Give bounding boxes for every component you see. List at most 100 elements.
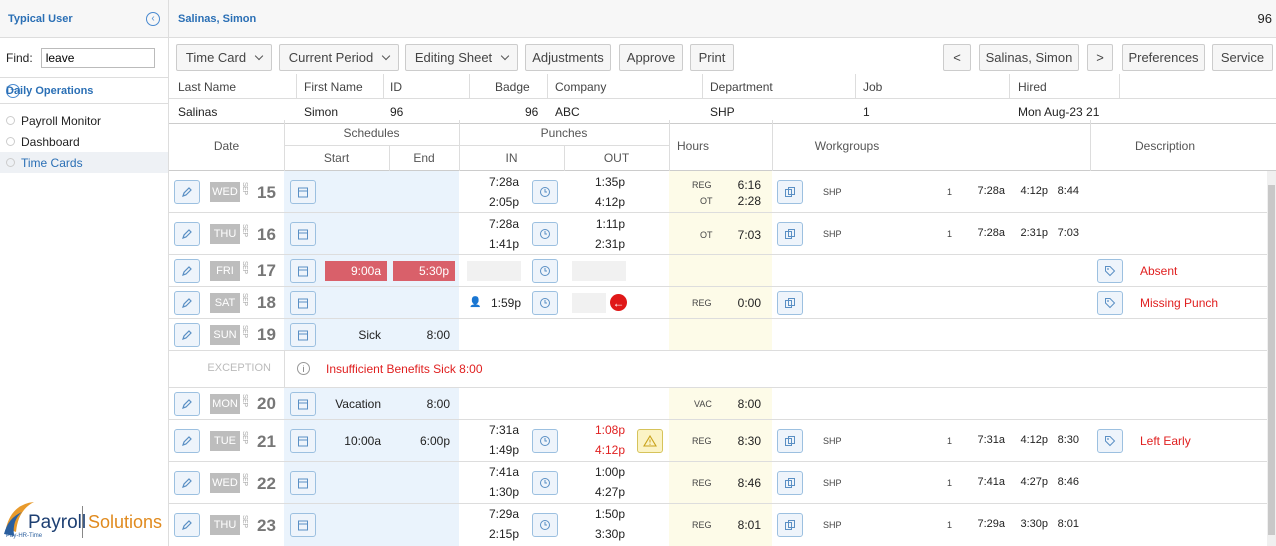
tag-icon[interactable] (1097, 429, 1123, 453)
daily-operations-section[interactable]: Daily Operations − (0, 78, 168, 104)
empty-punch-in[interactable] (467, 261, 521, 281)
day-row: WED SEP 15 7:28a 2:05p 1:35p 4:12p REG 6… (169, 171, 1269, 213)
clock-icon[interactable] (532, 291, 558, 315)
punch-out-1[interactable]: 1:11p (585, 217, 625, 231)
empty-punch-out[interactable] (572, 261, 626, 281)
schedule-calendar-icon[interactable] (290, 259, 316, 283)
hours-value-1: 0:00 (737, 296, 761, 310)
service-button[interactable]: Service (1212, 44, 1273, 71)
punch-out-2[interactable]: 3:30p (585, 527, 625, 541)
editing-sheet-dropdown[interactable]: Editing Sheet (405, 44, 518, 71)
company-value: ABC (555, 105, 580, 119)
clock-icon[interactable] (532, 471, 558, 495)
punch-in-2[interactable]: 1:49p (479, 443, 519, 457)
logo-text-payroll: Payroll (28, 512, 87, 533)
time-card-dropdown[interactable]: Time Card (176, 44, 272, 71)
edit-pencil-icon[interactable] (174, 323, 200, 347)
clock-icon[interactable] (532, 180, 558, 204)
punch-in-1[interactable]: 7:29a (479, 507, 519, 521)
exception-label: EXCEPTION (207, 362, 271, 374)
edit-pencil-icon[interactable] (174, 222, 200, 246)
edit-pencil-icon[interactable] (174, 471, 200, 495)
approve-button[interactable]: Approve (619, 44, 683, 71)
schedule-calendar-icon[interactable] (290, 180, 316, 204)
edit-pencil-icon[interactable] (174, 392, 200, 416)
clock-icon[interactable] (532, 429, 558, 453)
schedule-calendar-icon[interactable] (290, 513, 316, 537)
workgroup-end: 4:27p (1020, 476, 1048, 488)
schedule-end-absent[interactable]: 5:30p (393, 261, 455, 281)
workgroup-hours: 8:30 (1057, 434, 1079, 446)
tag-icon[interactable] (1097, 291, 1123, 315)
print-button[interactable]: Print (690, 44, 734, 71)
punch-in-1[interactable]: 7:31a (479, 423, 519, 437)
punch-out-1[interactable]: 1:00p (585, 465, 625, 479)
punch-in-1[interactable]: 7:28a (479, 175, 519, 189)
tag-icon[interactable] (1097, 259, 1123, 283)
punch-in-2[interactable]: 1:30p (479, 485, 519, 499)
copy-icon[interactable] (777, 513, 803, 537)
punch-in-2[interactable]: 2:05p (479, 195, 519, 209)
edit-pencil-icon[interactable] (174, 259, 200, 283)
preferences-button[interactable]: Preferences (1122, 44, 1205, 71)
previous-employee-button[interactable]: < (943, 44, 971, 71)
sidebar-header: Typical User ‹ (0, 0, 168, 38)
copy-icon[interactable] (777, 471, 803, 495)
punch-in-1[interactable]: 7:41a (479, 465, 519, 479)
id-value: 96 (390, 105, 404, 119)
day-number: 18 (257, 293, 276, 312)
adjustments-button[interactable]: Adjustments (525, 44, 611, 71)
copy-icon[interactable] (777, 429, 803, 453)
employee-selector-button[interactable]: Salinas, Simon (979, 44, 1079, 71)
day-number: 17 (257, 261, 276, 280)
edit-pencil-icon[interactable] (174, 180, 200, 204)
sidebar-item-dashboard[interactable]: Dashboard (0, 131, 168, 152)
schedule-calendar-icon[interactable] (290, 291, 316, 315)
description-text: Left Early (1140, 434, 1191, 448)
punch-out-2[interactable]: 2:31p (585, 237, 625, 251)
punch-out-2[interactable]: 4:12p (585, 443, 625, 457)
schedule-end: 6:00p (419, 434, 450, 448)
copy-icon[interactable] (777, 291, 803, 315)
payroll-solutions-logo: Payroll Solutions Pay-HR-Time (2, 496, 168, 542)
scrollbar-thumb[interactable] (1268, 185, 1275, 535)
schedule-calendar-icon[interactable] (290, 471, 316, 495)
punch-out-2[interactable]: 4:27p (585, 485, 625, 499)
schedule-calendar-icon[interactable] (290, 429, 316, 453)
edit-pencil-icon[interactable] (174, 291, 200, 315)
day-row: SAT SEP 18 👤 1:59p ← REG 0:00 Missing Pu… (169, 287, 1269, 319)
punch-out-1[interactable]: 1:08p (585, 423, 625, 437)
clock-icon[interactable] (532, 222, 558, 246)
punch-out-1[interactable]: 1:50p (585, 507, 625, 521)
edit-pencil-icon[interactable] (174, 513, 200, 537)
collapse-sidebar-icon[interactable]: ‹ (146, 11, 160, 26)
find-input[interactable] (40, 47, 155, 68)
vertical-scrollbar[interactable] (1267, 171, 1276, 546)
schedule-start-absent[interactable]: 9:00a (325, 261, 387, 281)
copy-icon[interactable] (777, 180, 803, 204)
clock-icon[interactable] (532, 513, 558, 537)
punch-in-2[interactable]: 1:41p (479, 237, 519, 251)
edit-pencil-icon[interactable] (174, 429, 200, 453)
punch-in-1[interactable]: 1:59p (479, 296, 521, 310)
copy-icon[interactable] (777, 222, 803, 246)
punch-out-2[interactable]: 4:12p (585, 195, 625, 209)
missing-punch-out[interactable] (572, 293, 606, 313)
punch-in-1[interactable]: 7:28a (479, 217, 519, 231)
col-badge: Badge (495, 80, 530, 94)
clock-icon[interactable] (532, 259, 558, 283)
sidebar-item-label: Time Cards (21, 155, 83, 170)
sidebar-item-payroll-monitor[interactable]: Payroll Monitor (0, 110, 168, 131)
next-employee-button[interactable]: > (1087, 44, 1113, 71)
schedule-calendar-icon[interactable] (290, 323, 316, 347)
warning-icon[interactable] (637, 429, 663, 453)
schedule-calendar-icon[interactable] (290, 392, 316, 416)
arrow-left-alert-icon[interactable]: ← (610, 294, 627, 311)
punch-in-2[interactable]: 2:15p (479, 527, 519, 541)
punch-out-1[interactable]: 1:35p (585, 175, 625, 189)
hours-value-1: 7:03 (737, 228, 761, 242)
schedule-start: Sick (358, 328, 381, 342)
current-period-dropdown[interactable]: Current Period (279, 44, 399, 71)
schedule-calendar-icon[interactable] (290, 222, 316, 246)
sidebar-item-time-cards[interactable]: Time Cards (0, 152, 168, 173)
